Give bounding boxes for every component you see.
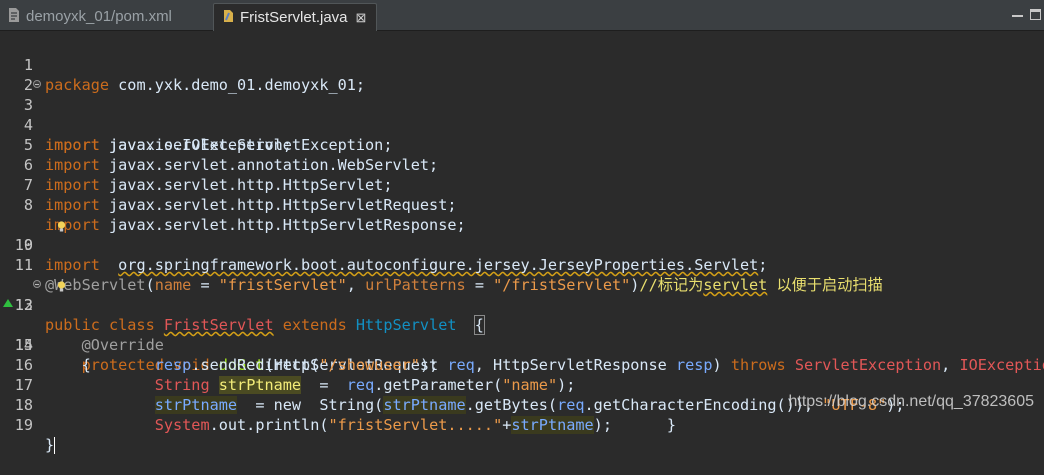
line-number: 19 <box>14 416 33 434</box>
code-line: 14 protected void doGet(HttpServletReque… <box>0 295 1044 374</box>
code-line: 15 { resp.sendRedirect("/showuser"); <box>0 315 1044 374</box>
code-line: 7 import javax.servlet.http.HttpServletR… <box>0 155 1044 214</box>
minimize-icon[interactable] <box>1012 9 1023 17</box>
code-line: 16 String strPtname = req.getParameter("… <box>0 335 1044 394</box>
editor-tab-bar: demoyxk_01/pom.xml FristServlet.java ⊠ <box>0 0 1044 31</box>
fold-toggle-icon[interactable] <box>33 80 41 88</box>
code-line: 3 import java.io.IOException; <box>0 75 1044 154</box>
code-line: 1 package com.yxk.demo_01.demoyxk_01; <box>0 35 1044 94</box>
close-tab-icon[interactable]: ⊠ <box>356 4 367 31</box>
fold-toggle-icon[interactable] <box>33 280 41 288</box>
code-line: 6 import javax.servlet.http.HttpServlet; <box>0 135 1044 194</box>
code-line: 8 import javax.servlet.http.HttpServletR… <box>0 175 1044 234</box>
warning-lightbulb-icon[interactable] <box>2 258 65 292</box>
code-line: 17 strPtname = new String(strPtname.getB… <box>0 355 1044 414</box>
code-line: 4 import javax.servlet.ServletException; <box>0 95 1044 154</box>
code-line: 10 <box>0 215 1044 254</box>
code-editor[interactable]: 1 package com.yxk.demo_01.demoyxk_01; 2 … <box>0 31 1044 454</box>
code-line: 9 import org.springframework.boot.autoco… <box>0 195 1044 274</box>
tab-label: demoyxk_01/pom.xml <box>26 8 172 25</box>
maximize-icon[interactable] <box>1030 9 1041 20</box>
xml-file-icon <box>8 4 20 31</box>
code-line: 11 @WebServlet(name = "fristServlet", ur… <box>0 235 1044 294</box>
text-cursor <box>54 437 56 454</box>
code-line: 18 System.out.println("fristServlet.....… <box>0 375 1044 434</box>
tab-fristservlet-java[interactable]: FristServlet.java ⊠ <box>213 3 377 31</box>
java-file-icon <box>222 5 234 32</box>
watermark: https://blog.csdn.net/qq_37823605 <box>788 393 1034 410</box>
code-line: 2 <box>0 55 1044 94</box>
tab-label: FristServlet.java <box>240 9 348 26</box>
code-line: 13 @Override <box>0 275 1044 354</box>
warning-lightbulb-icon[interactable] <box>2 198 65 232</box>
code-line: 5 import javax.servlet.annotation.WebSer… <box>0 115 1044 174</box>
tab-pom-xml[interactable]: demoyxk_01/pom.xml <box>0 3 210 31</box>
override-arrow-icon <box>3 299 13 307</box>
code-line: 12 public class FristServlet extends Htt… <box>0 255 1044 335</box>
